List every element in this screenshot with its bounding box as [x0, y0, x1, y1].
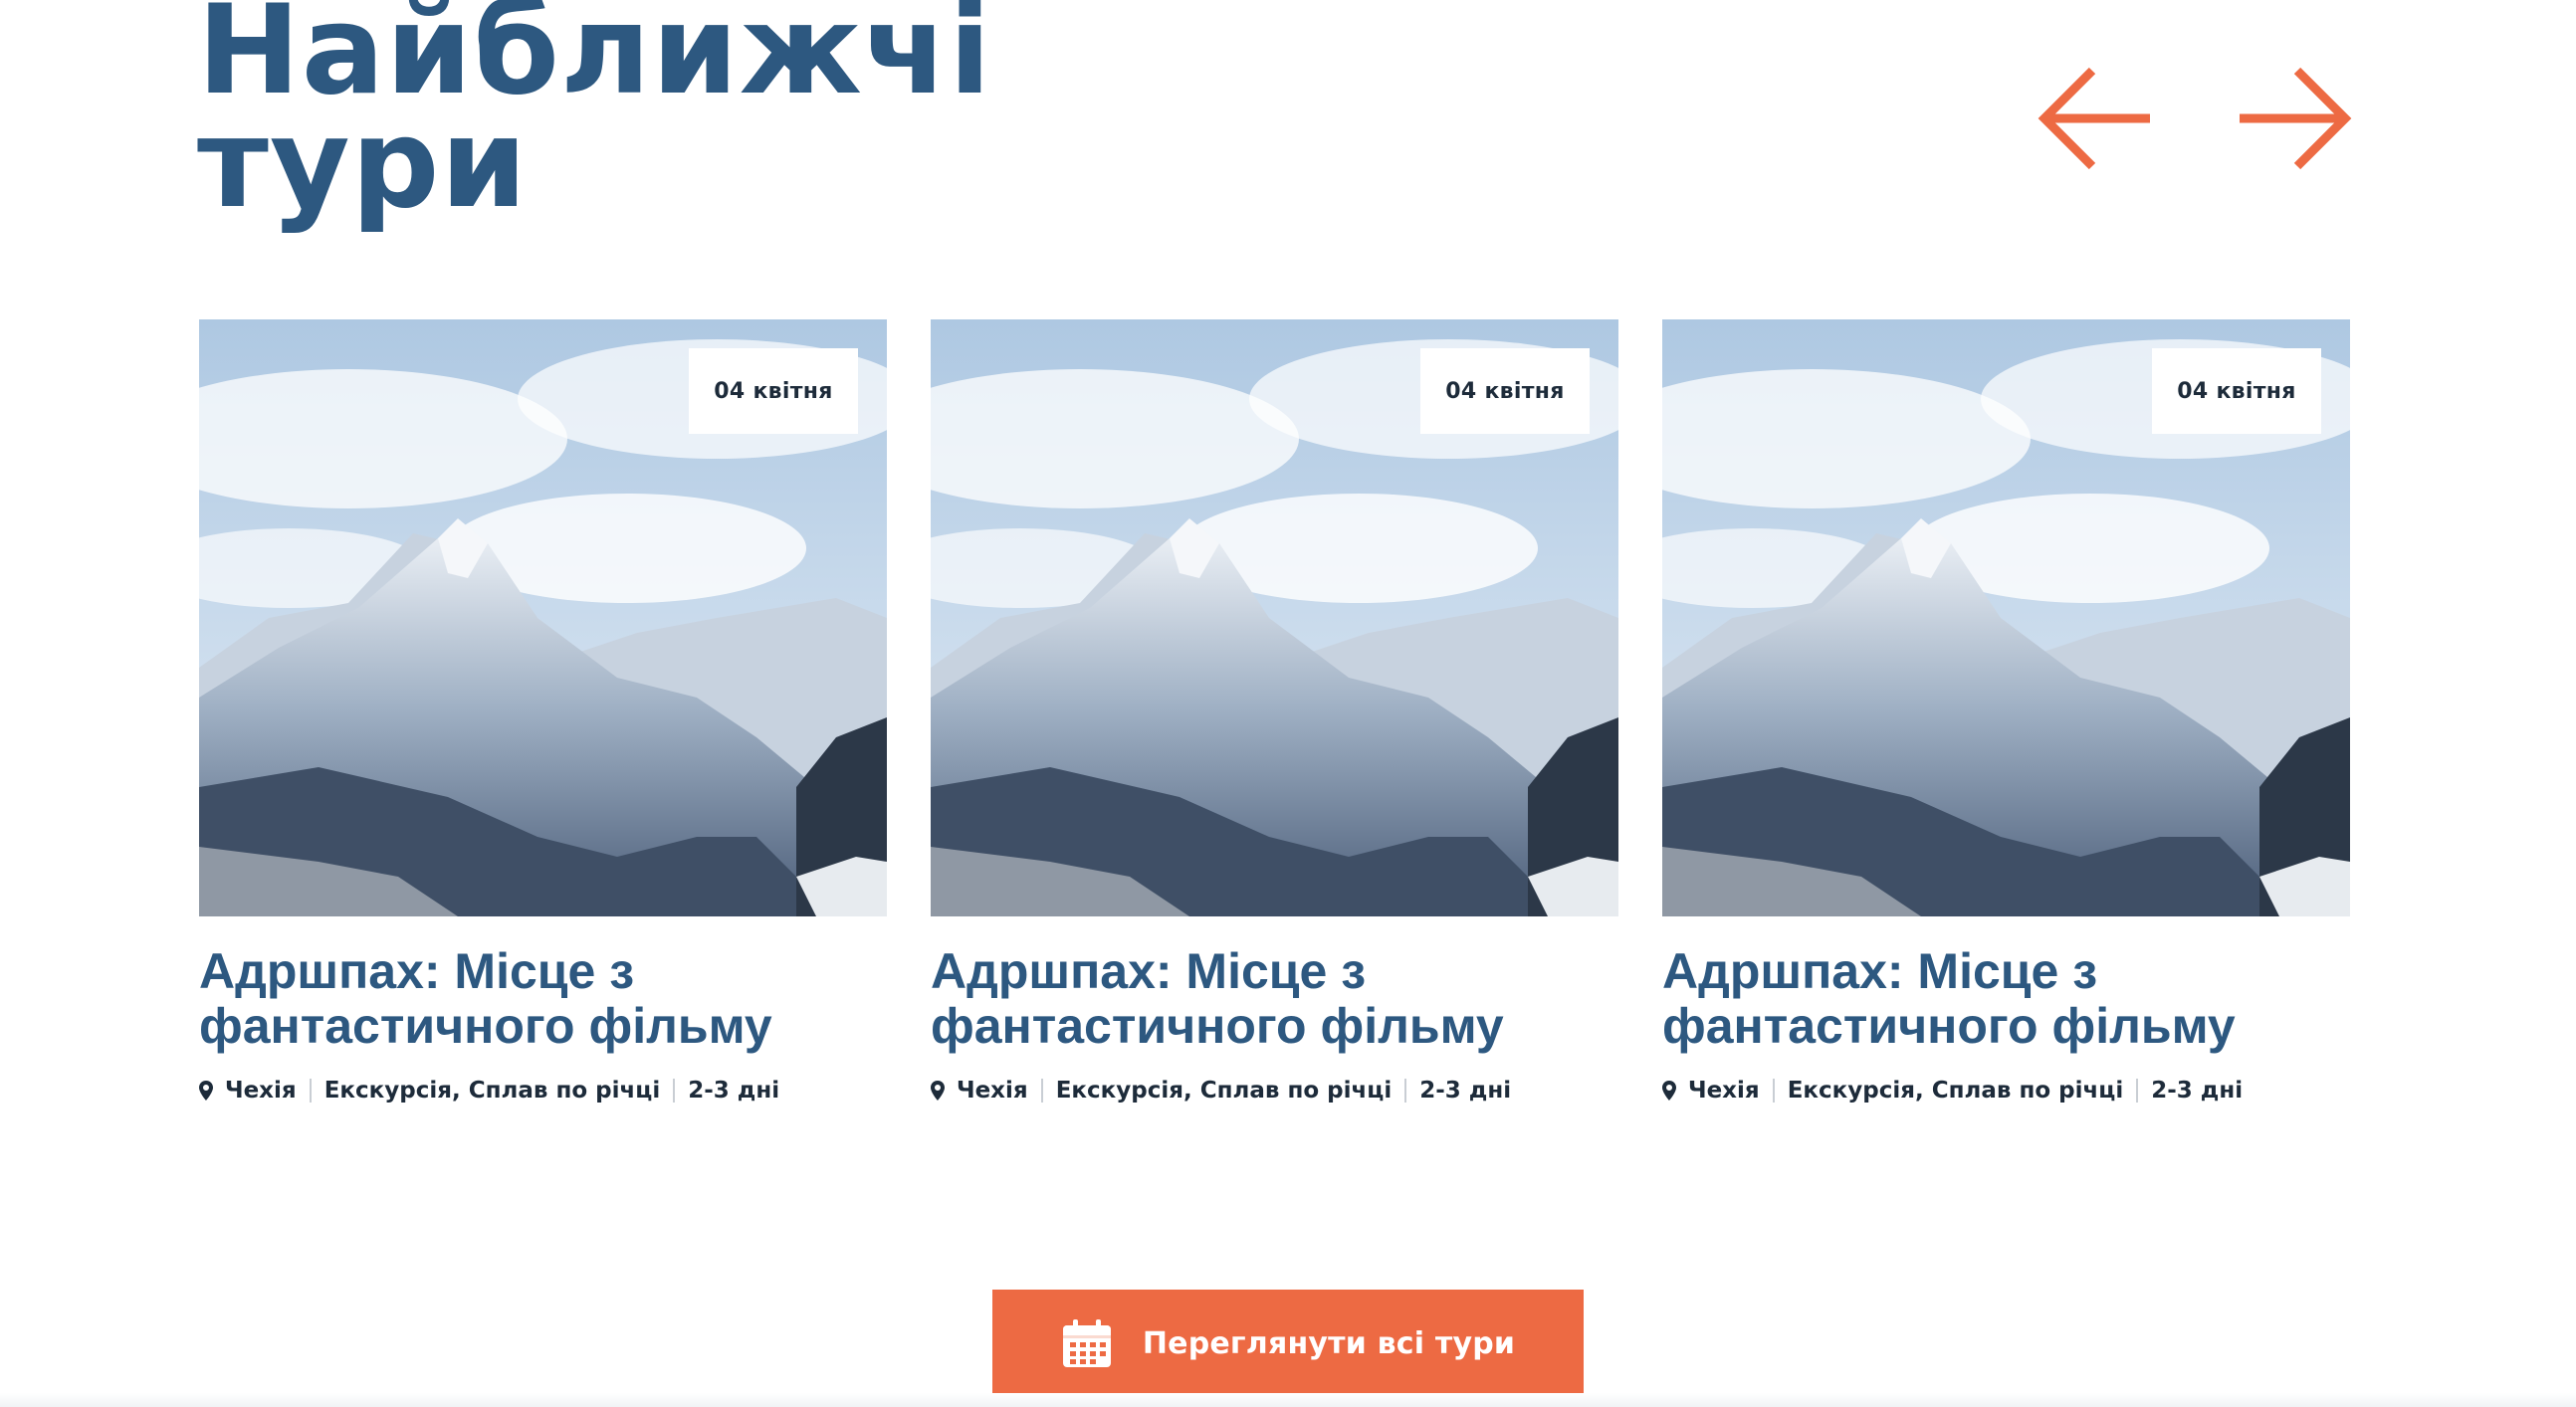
meta-divider	[1772, 1079, 1775, 1103]
tour-location: Чехія	[957, 1078, 1028, 1104]
meta-divider	[309, 1079, 312, 1103]
carousel-prev-button[interactable]	[2031, 56, 2160, 181]
tour-card[interactable]: 04 квітня Адршпах: Місце з фантастичного…	[1662, 319, 2350, 1115]
tour-location: Чехія	[225, 1078, 297, 1104]
view-all-tours-button[interactable]: Переглянути всі тури	[992, 1290, 1584, 1397]
tour-duration: 2-3 дні	[2151, 1078, 2244, 1104]
tour-card[interactable]: 04 квітня Адршпах: Місце з фантастичного…	[199, 319, 887, 1115]
date-badge: 04 квітня	[689, 348, 858, 434]
carousel-next-button[interactable]	[2230, 56, 2359, 181]
meta-divider	[1040, 1079, 1043, 1103]
section-bottom-edge	[0, 1393, 2576, 1407]
tour-duration: 2-3 дні	[1419, 1078, 1512, 1104]
tour-meta: Чехія Екскурсія, Сплав по річці 2-3 дні	[1662, 1075, 2350, 1106]
location-pin-icon	[931, 1081, 945, 1101]
tour-title[interactable]: Адршпах: Місце з фантастичного фільму	[199, 944, 887, 1054]
section-title-line-2: тури	[197, 93, 529, 236]
tour-title[interactable]: Адршпах: Місце з фантастичного фільму	[931, 944, 1618, 1054]
meta-divider	[1404, 1079, 1407, 1103]
tour-meta: Чехія Екскурсія, Сплав по річці 2-3 дні	[931, 1075, 1618, 1106]
tour-type: Екскурсія, Сплав по річці	[323, 1078, 661, 1104]
calendar-icon	[1061, 1317, 1113, 1369]
meta-divider	[673, 1079, 676, 1103]
tour-duration: 2-3 дні	[688, 1078, 780, 1104]
date-badge: 04 квітня	[2152, 348, 2321, 434]
arrow-left-icon	[2038, 67, 2150, 170]
tour-title[interactable]: Адршпах: Місце з фантастичного фільму	[1662, 944, 2350, 1054]
view-all-tours-label: Переглянути всі тури	[1142, 1325, 1516, 1361]
tour-type: Екскурсія, Сплав по річці	[1055, 1078, 1393, 1104]
tour-location: Чехія	[1688, 1078, 1760, 1104]
location-pin-icon	[199, 1081, 213, 1101]
tour-image[interactable]: 04 квітня	[199, 319, 887, 916]
tour-cards-list: 04 квітня Адршпах: Місце з фантастичного…	[199, 319, 2351, 1115]
tour-image[interactable]: 04 квітня	[931, 319, 1618, 916]
location-pin-icon	[1662, 1081, 1676, 1101]
section-title: Найближчі тури	[197, 0, 1192, 226]
tour-card[interactable]: 04 квітня Адршпах: Місце з фантастичного…	[931, 319, 1618, 1115]
tour-meta: Чехія Екскурсія, Сплав по річці 2-3 дні	[199, 1075, 887, 1106]
arrow-right-icon	[2240, 67, 2352, 170]
tour-type: Екскурсія, Сплав по річці	[1787, 1078, 2124, 1104]
date-badge: 04 квітня	[1420, 348, 1590, 434]
meta-divider	[2136, 1079, 2139, 1103]
tour-image[interactable]: 04 квітня	[1662, 319, 2350, 916]
